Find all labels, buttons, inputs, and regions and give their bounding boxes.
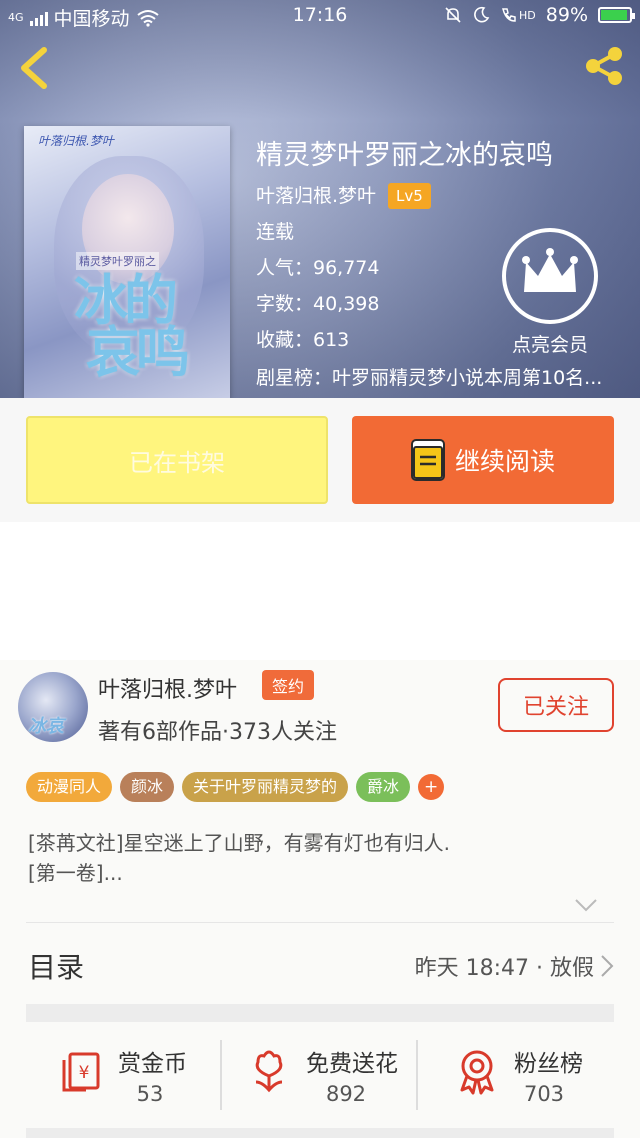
- divider: [26, 1004, 614, 1022]
- divider: [26, 1128, 614, 1138]
- stat-value: 53: [136, 1082, 164, 1106]
- expand-chevron-down-icon[interactable]: [574, 898, 598, 912]
- stat-label: 赏金币: [118, 1051, 187, 1077]
- status-bar: 4G 中国移动 17:16 HD 89%: [0, 0, 640, 32]
- book-description[interactable]: [茶苒文社]星空迷上了山野，有雾有灯也有归人. [第一卷]...: [28, 828, 588, 888]
- tag[interactable]: 动漫同人: [26, 772, 113, 802]
- author-level-badge: Lv5: [388, 183, 431, 209]
- stat-label: 粉丝榜: [514, 1051, 583, 1077]
- cover-title-line2: 哀鸣: [86, 321, 190, 384]
- reward-coin-button[interactable]: ¥ 赏金币 53: [56, 1036, 206, 1116]
- vip-label[interactable]: 点亮会员: [490, 330, 610, 357]
- action-bar: 已在书架 继续阅读: [0, 398, 640, 522]
- follow-button[interactable]: 已关注: [498, 678, 614, 732]
- book-title: 精灵梦叶罗丽之冰的哀鸣: [256, 140, 553, 171]
- stat-value: 703: [523, 1082, 565, 1106]
- fan-rank-button[interactable]: 粉丝榜 703: [452, 1036, 602, 1116]
- back-arrow-icon[interactable]: [16, 46, 52, 90]
- author-avatar[interactable]: 冰哀: [18, 672, 88, 742]
- hd-label: HD: [519, 8, 536, 22]
- book-author[interactable]: 叶落归根.梦叶: [256, 178, 376, 214]
- description-line: [第一卷]...: [28, 861, 123, 885]
- author-name[interactable]: 叶落归根.梦叶: [98, 672, 237, 704]
- chevron-right-icon[interactable]: [600, 954, 614, 978]
- free-flower-button[interactable]: 免费送花 892: [244, 1036, 414, 1116]
- author-section: 冰哀 叶落归根.梦叶 签约 著有6部作品·373人关注 已关注 动漫同人 颜冰 …: [0, 660, 640, 1138]
- continue-reading-label: 继续阅读: [454, 447, 555, 476]
- hd-call-icon: HD: [500, 6, 536, 24]
- book-ranking[interactable]: 剧星榜：叶罗丽精灵梦小说本周第10名...: [256, 362, 640, 394]
- mute-bell-icon: [445, 7, 461, 23]
- book-cover[interactable]: 叶落归根.梦叶 精灵梦叶罗丽之 冰的 哀鸣: [24, 126, 230, 398]
- vip-crown-icon[interactable]: [500, 226, 600, 326]
- battery-icon: [598, 7, 635, 23]
- in-shelf-button[interactable]: 已在书架: [26, 416, 328, 504]
- cover-subtitle: 精灵梦叶罗丽之: [76, 252, 159, 270]
- stat-value: 892: [325, 1082, 367, 1106]
- tag-list: 动漫同人 颜冰 关于叶罗丽精灵梦的 爵冰 +: [26, 772, 445, 802]
- divider: [26, 922, 614, 923]
- reward-coin-icon: ¥: [62, 1052, 100, 1092]
- more-tags-button[interactable]: +: [418, 774, 445, 800]
- book-header: 4G 中国移动 17:16 HD 89% 叶落归根.梦叶 精灵梦叶罗丽之 冰的 …: [0, 0, 640, 398]
- fan-rank-medal-icon: [460, 1050, 494, 1095]
- flower-icon: [255, 1050, 283, 1093]
- signed-badge: 签约: [262, 670, 315, 700]
- toc-title[interactable]: 目录: [28, 946, 84, 986]
- tag[interactable]: 关于叶罗丽精灵梦的: [182, 772, 349, 802]
- continue-reading-button[interactable]: 继续阅读: [352, 416, 614, 504]
- stat-label: 免费送花: [306, 1051, 398, 1077]
- blank-area: [0, 522, 640, 660]
- author-stats: 著有6部作品·373人关注: [98, 720, 337, 745]
- cover-series-text: 叶落归根.梦叶: [38, 134, 114, 148]
- avatar-text: 冰哀: [28, 716, 64, 737]
- toc-last-update[interactable]: 昨天 18:47 · 放假: [415, 950, 594, 982]
- svg-text:¥: ¥: [79, 1063, 90, 1083]
- moon-icon: [474, 6, 490, 23]
- divider: [416, 1040, 418, 1110]
- tag[interactable]: 颜冰: [120, 772, 175, 802]
- book-icon: [410, 439, 445, 481]
- battery-percent: 89%: [545, 4, 588, 26]
- tag[interactable]: 爵冰: [356, 772, 411, 802]
- description-line: [茶苒文社]星空迷上了山野，有雾有灯也有归人.: [28, 831, 450, 855]
- share-icon[interactable]: [582, 44, 626, 88]
- divider: [220, 1040, 222, 1110]
- cover-title-line1: 冰的: [74, 269, 178, 332]
